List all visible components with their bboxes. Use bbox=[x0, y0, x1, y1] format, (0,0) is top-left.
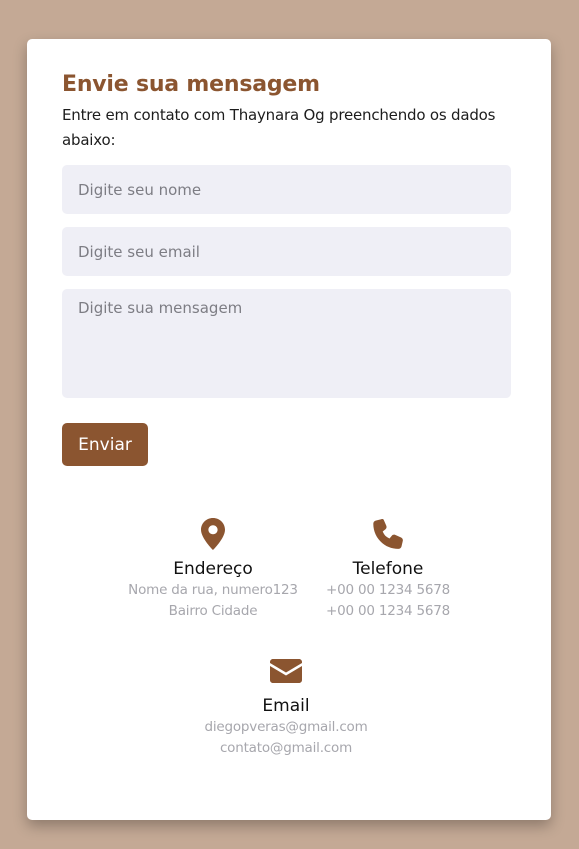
contact-card: Envie sua mensagem Entre em contato com … bbox=[27, 39, 551, 820]
phone-info: Telefone +00 00 1234 5678 +00 00 1234 56… bbox=[288, 518, 488, 622]
email-info: Email diegopveras@gmail.com contato@gmai… bbox=[186, 655, 386, 759]
map-marker-icon bbox=[113, 518, 313, 552]
email-title: Email bbox=[262, 696, 310, 716]
form-subtitle: Entre em contato com Thaynara Og preench… bbox=[62, 106, 496, 149]
email-line: contato@gmail.com bbox=[219, 740, 353, 756]
email-line: diegopveras@gmail.com bbox=[204, 719, 368, 735]
phone-line: +00 00 1234 5678 bbox=[325, 582, 451, 598]
message-textarea[interactable] bbox=[62, 289, 511, 398]
address-line: Bairro Cidade bbox=[168, 603, 258, 619]
name-input[interactable] bbox=[62, 165, 511, 214]
address-line: Nome da rua, numero123 bbox=[128, 582, 298, 598]
address-info: Endereço Nome da rua, numero123 Bairro C… bbox=[113, 518, 313, 622]
envelope-icon bbox=[186, 655, 386, 689]
phone-line: +00 00 1234 5678 bbox=[325, 603, 451, 619]
phone-title: Telefone bbox=[352, 559, 424, 579]
form-title: Envie sua mensagem bbox=[62, 72, 320, 97]
send-button[interactable]: Enviar bbox=[62, 423, 148, 466]
address-title: Endereço bbox=[173, 559, 253, 579]
email-input[interactable] bbox=[62, 227, 511, 276]
phone-icon bbox=[288, 518, 488, 552]
